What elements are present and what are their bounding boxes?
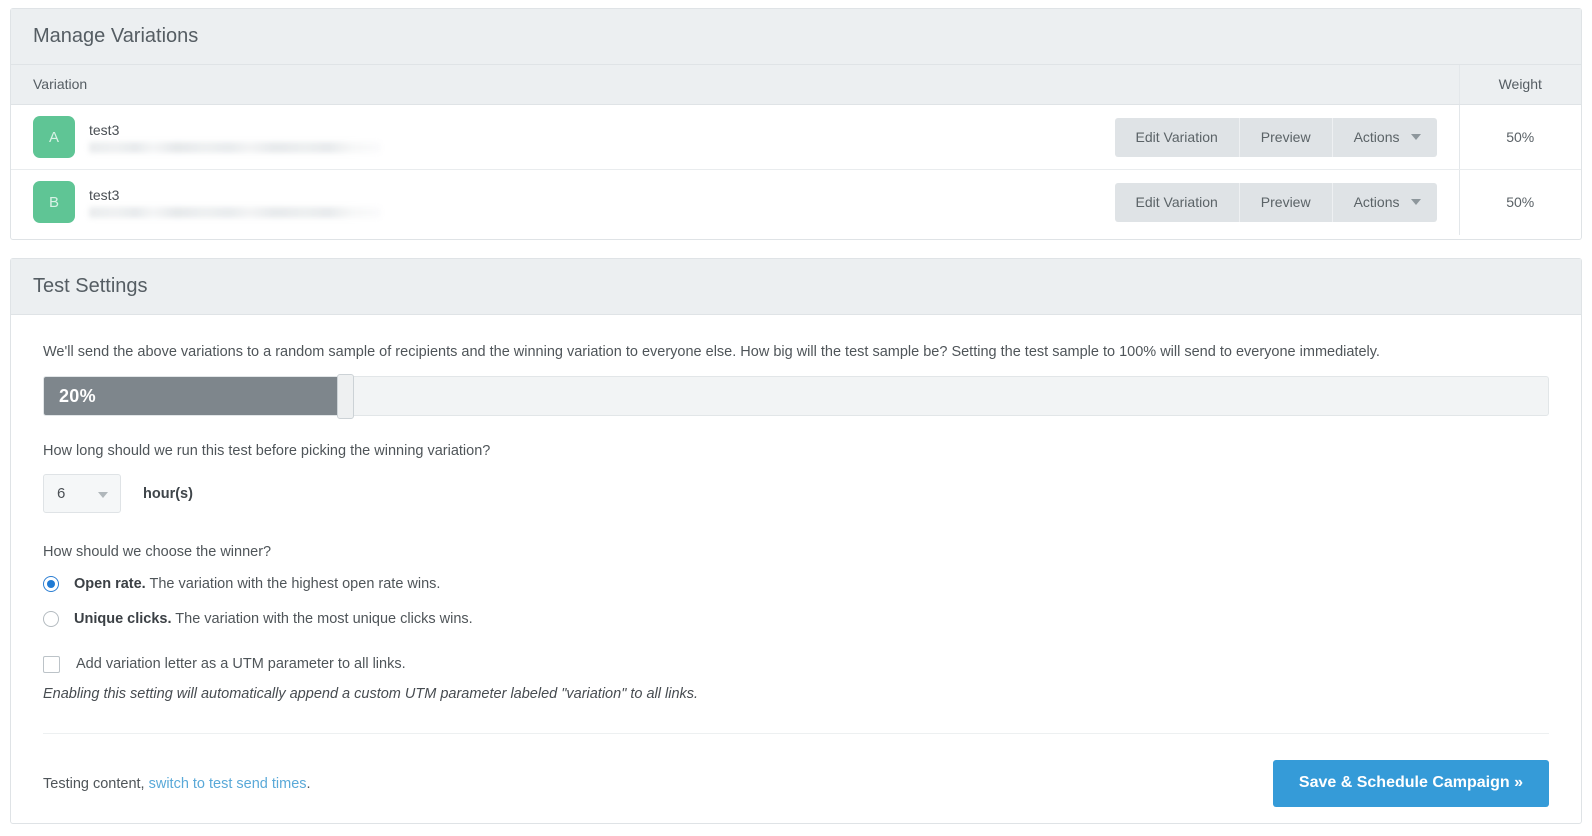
test-settings-title: Test Settings [33,275,148,297]
sample-description: We'll send the above variations to a ran… [43,344,1380,360]
weight-value: 50% [1458,169,1581,235]
variation-url-redacted [89,206,381,218]
winner-option-open-rate[interactable]: Open rate. The variation with the highes… [43,575,1549,593]
variations-table: Variation Weight A test3 Edit Variation … [11,65,1581,235]
edit-variation-button[interactable]: Edit Variation [1114,182,1240,222]
variation-letter-badge: A [33,116,75,158]
variation-url-redacted [89,141,381,153]
test-settings-body: We'll send the above variations to a ran… [11,315,1581,807]
variation-letter-badge: B [33,181,75,224]
switch-to-test-send-times-link[interactable]: switch to test send times [149,776,307,792]
manage-variations-header: Manage Variations [11,9,1581,65]
test-sample-slider[interactable]: 20% [43,374,1549,419]
footer-status-text: Testing content, switch to test send tim… [43,776,311,792]
variation-name: test3 [89,186,120,203]
variation-cell: A test3 Edit Variation Preview Actions [11,104,1459,170]
winner-option-unique-clicks[interactable]: Unique clicks. The variation with the mo… [43,610,1549,628]
duration-row: 6 hour(s) [43,474,1549,513]
page-root: Manage Variations Variation Weight A tes… [0,0,1592,836]
variation-name: test3 [89,121,120,138]
test-settings-panel: Test Settings We'll send the above varia… [10,258,1582,824]
duration-question: How long should we run this test before … [43,443,491,459]
duration-selected-value: 6 [57,485,66,502]
chevron-down-icon [98,492,108,498]
radio-open-rate[interactable] [43,576,59,592]
actions-label: Actions [1353,193,1400,210]
duration-unit-label: hour(s) [143,485,193,502]
chevron-down-icon [1410,199,1421,206]
column-header-weight: Weight [1458,65,1581,105]
radio-unique-clicks[interactable] [43,611,59,627]
save-and-schedule-campaign-button[interactable]: Save & Schedule Campaign » [1272,760,1549,807]
page-title: Manage Variations [33,25,199,47]
footer-text-after: . [306,775,311,792]
chevron-down-icon [1410,133,1421,140]
weight-value: 50% [1458,104,1581,170]
manage-variations-panel: Manage Variations Variation Weight A tes… [10,8,1582,240]
utm-checkbox-row[interactable]: Add variation letter as a UTM parameter … [43,655,1549,673]
actions-label: Actions [1353,128,1400,145]
footer-row: Testing content, switch to test send tim… [43,734,1549,807]
slider-value-label: 20% [59,385,96,406]
slider-fill: 20% [44,377,345,415]
utm-checkbox-label: Add variation letter as a UTM parameter … [76,656,406,672]
preview-button[interactable]: Preview [1239,117,1333,157]
option-bold-label: Unique clicks. [74,611,172,627]
preview-button[interactable]: Preview [1239,182,1333,222]
duration-select[interactable]: 6 [43,474,121,513]
table-row: A test3 Edit Variation Preview Actions 5… [11,104,1581,170]
winner-option-label: Open rate. The variation with the highes… [74,575,440,593]
actions-dropdown-button[interactable]: Actions [1332,182,1437,222]
test-settings-header: Test Settings [11,259,1581,315]
winner-option-label: Unique clicks. The variation with the mo… [74,610,473,628]
actions-dropdown-button[interactable]: Actions [1332,117,1437,157]
slider-handle[interactable] [336,374,354,419]
option-rest-label: The variation with the most unique click… [171,611,473,627]
column-header-variation: Variation [11,65,1459,105]
option-rest-label: The variation with the highest open rate… [145,576,441,592]
variation-actions-group: Edit Variation Preview Actions [1114,117,1437,157]
table-header-row: Variation Weight [11,65,1581,105]
winner-question: How should we choose the winner? [43,544,272,560]
utm-help-note: Enabling this setting will automatically… [43,686,699,702]
variation-actions-group: Edit Variation Preview Actions [1114,182,1437,222]
edit-variation-button[interactable]: Edit Variation [1114,117,1240,157]
table-row: B test3 Edit Variation Preview Actions 5… [11,169,1581,235]
utm-checkbox[interactable] [43,655,60,673]
footer-text-before: Testing content, [43,775,149,792]
option-bold-label: Open rate. [74,576,146,592]
variation-cell: B test3 Edit Variation Preview Actions [11,170,1459,235]
